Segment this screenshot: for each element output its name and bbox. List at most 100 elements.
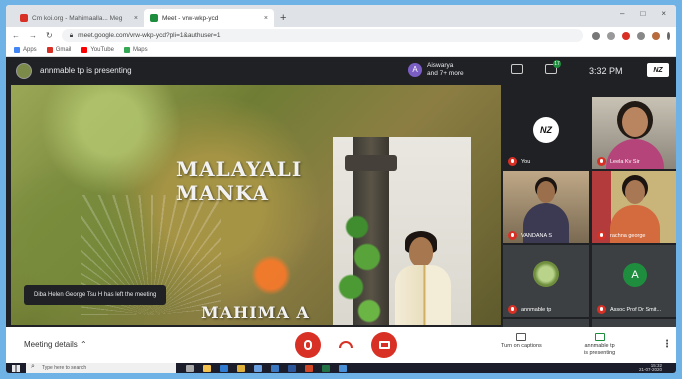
camera-icon[interactable] [592,31,600,40]
meeting-clock: 3:32 PM [589,66,623,76]
camera-toggle-button[interactable] [371,332,397,358]
photo-pillar-cap [345,155,397,171]
participant-tile[interactable]: Leela Kv Sir [592,97,676,169]
bookmark-apps[interactable]: Apps [14,47,37,53]
forward-arrow-icon[interactable]: → [29,31,37,40]
mail-icon[interactable] [271,364,279,372]
bookmarks-bar: Apps Gmail YouTube Maps [6,44,676,57]
bookmark-youtube[interactable]: YouTube [81,47,114,53]
camera-off-icon [378,341,390,349]
url-input[interactable]: 🔒︎ meet.google.com/vrw-wkp-ycd?pli=1&aut… [61,29,583,42]
mic-off-icon [508,231,517,240]
bookmark-gmail[interactable]: Gmail [46,47,71,53]
bookmark-maps[interactable]: Maps [123,47,148,53]
photos-icon[interactable] [339,364,347,372]
photo-person-face [409,237,433,267]
close-tab-icon[interactable]: × [264,15,268,22]
viewers-indicator[interactable]: A Aiswarya and 7+ more [408,62,464,78]
word-icon[interactable] [288,364,296,372]
participant-tile[interactable]: VANDANA S [503,171,589,243]
tab-title: Meet - vrw-wkp-ycd [162,14,219,22]
participant-name: Leela Kv Sir [610,159,640,165]
brand-logo: NZ [647,63,669,77]
new-tab-button[interactable]: + [280,12,286,24]
presenting-line1: annmable tp [584,343,615,349]
chrome-icon[interactable] [237,364,245,372]
back-arrow-icon[interactable]: ← [12,31,20,40]
participant-name: VANDANA S [521,233,553,239]
task-view-icon[interactable] [186,364,194,372]
address-bar: ← → ↻ 🔒︎ meet.google.com/vrw-wkp-ycd?pli… [6,27,676,44]
participant-name: You [521,159,531,165]
participant-face [622,107,648,137]
store-icon[interactable] [254,364,262,372]
taskbar-apps [186,364,347,372]
mic-off-icon [597,231,606,240]
taskbar-search-placeholder: Type here to search [42,365,87,371]
maximize-button[interactable]: □ [640,9,645,18]
participant-name: Assoc Prof Dr Smit... [610,307,662,313]
reload-icon[interactable]: ↻ [46,31,53,40]
presenter-avatar [16,62,32,79]
participant-tile-partial[interactable] [503,319,589,327]
mic-off-icon [508,157,517,166]
powerpoint-icon[interactable] [305,364,313,372]
captions-label: Turn on captions [501,343,542,349]
mic-toggle-button[interactable] [295,332,321,358]
close-tab-icon[interactable]: × [134,15,138,22]
participant-tile-you[interactable]: NZ You [503,97,589,169]
close-window-button[interactable]: × [661,9,666,18]
participant-tile[interactable]: A Assoc Prof Dr Smit... [592,245,676,317]
taskbar-search-input[interactable]: Type here to search [26,363,176,373]
slide-title-line2: MANKA [176,181,270,205]
maps-icon [123,47,130,53]
meet-top-icons: 17 [511,60,561,74]
star-icon[interactable] [607,31,615,40]
minimize-button[interactable]: – [620,9,624,18]
windows-taskbar: Type here to search 15:32 21-07-2020 [6,363,676,373]
meeting-details-button[interactable]: Meeting details ⌃ [24,340,87,349]
mic-off-icon [597,157,606,166]
puzzle-icon[interactable] [637,31,645,40]
presenting-line2: is presenting [584,350,616,356]
tab-gmail[interactable]: Cm koi.org - Mahimaalla... Meg × [14,9,144,27]
profile-avatar[interactable] [652,31,660,40]
extension-icon[interactable] [622,31,630,40]
slide-photo [333,137,471,325]
excel-icon[interactable] [322,364,330,372]
chat-icon[interactable]: 17 [545,60,561,74]
youtube-icon [81,47,88,53]
lock-icon: 🔒︎ [69,31,74,39]
menu-icon[interactable] [667,31,670,40]
slide-title-line1: MALAYALI [176,157,303,181]
participant-avatar-image [533,261,559,287]
participant-logo: NZ [533,117,559,143]
more-options-icon[interactable]: ⋮ [662,339,672,350]
presenting-label: annmable tp is presenting [40,66,132,75]
tab-meet[interactable]: Meet - vrw-wkp-ycd × [144,9,274,27]
chevron-up-icon: ⌃ [80,340,87,349]
hang-up-button[interactable] [339,341,353,348]
participant-letter-avatar: A [623,263,647,287]
viewers-text: Aiswarya and 7+ more [427,62,464,78]
url-text: meet.google.com/vrw-wkp-ycd?pli=1&authus… [78,32,221,39]
gmail-icon [46,47,53,53]
participant-tile-partial[interactable] [592,319,676,327]
presenting-button[interactable]: annmable tp is presenting [584,333,615,357]
people-icon[interactable] [511,64,523,74]
gmail-icon [20,14,28,22]
participant-tile[interactable]: rachna george [592,171,676,243]
captions-icon [516,333,527,341]
mic-off-icon [304,340,312,350]
windows-start-icon[interactable] [12,364,20,372]
extension-icons [592,31,670,40]
captions-button[interactable]: Turn on captions [501,333,542,350]
mic-off-icon [508,305,517,314]
bookmark-label: YouTube [90,47,114,53]
edge-icon[interactable] [220,364,228,372]
participant-tile[interactable]: annmable tp [503,245,589,317]
bookmark-label: Apps [23,47,37,53]
explorer-icon[interactable] [203,364,211,372]
tab-title: Cm koi.org - Mahimaalla... Meg [32,14,123,22]
chat-badge: 17 [553,60,561,68]
